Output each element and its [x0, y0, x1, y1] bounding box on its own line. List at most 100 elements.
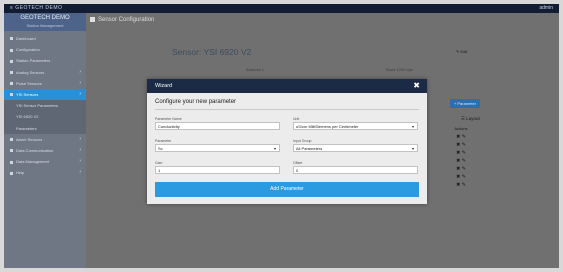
offset-input[interactable]: 0: [293, 166, 418, 174]
sidebar-item-label: YSI Sensor Parameters: [16, 103, 59, 109]
parameter-name-field: Parameter Name Conductivity: [155, 117, 280, 130]
chevron-down-icon: ▾: [411, 124, 414, 129]
unit-select[interactable]: uS/cm MilliSiemens per Centimeter ▾: [293, 122, 418, 130]
home-icon[interactable]: [90, 17, 95, 22]
sidebar-item-label: Analog Sensors: [16, 69, 45, 75]
sidebar-item-station-parameters[interactable]: Station Parameters: [4, 55, 86, 66]
sidebar-item-help[interactable]: Help ›: [4, 167, 86, 178]
sidebar-item-analog-sensors[interactable]: Analog Sensors ›: [4, 67, 86, 78]
wizard-header: Wizard ✖: [147, 79, 427, 93]
parameter-name-input[interactable]: Conductivity: [155, 122, 280, 130]
table-row-actions[interactable]: ✖ ✎: [446, 141, 476, 149]
sidebar-item-label: YSI 6920 V2: [16, 114, 39, 120]
actions-column: Actions ✖ ✎ ✖ ✎ ✖ ✎ ✖ ✎ ✖ ✎ ✖ ✎ ✖ ✎: [446, 124, 476, 189]
signal-icon: [10, 149, 13, 153]
sidebar-item-data-management[interactable]: Data Management ›: [4, 156, 86, 167]
breadcrumb-label: Sensor Configuration: [98, 17, 155, 24]
chevron-right-icon: ›: [79, 79, 81, 86]
alarm-icon: [10, 138, 13, 142]
actions-header: Actions: [454, 126, 468, 131]
sensor-address: Address 1: [246, 67, 265, 72]
edit-button[interactable]: ✎ Edit: [456, 49, 467, 54]
help-icon: [10, 171, 13, 175]
station-icon: [10, 59, 13, 63]
chevron-right-icon: ›: [79, 169, 81, 176]
sidebar-item-label: Parameters: [16, 125, 37, 131]
wizard-body: Configure your new parameter: [155, 99, 419, 114]
wizard-title: Wizard: [155, 83, 173, 89]
wizard-heading: Configure your new parameter: [155, 99, 237, 105]
sidebar-item-label: Alarm Sensors: [16, 136, 43, 142]
database-icon: [10, 160, 13, 164]
layout-toggle[interactable]: ☰ Layout: [461, 116, 480, 122]
sidebar-item-data-communication[interactable]: Data Communication ›: [4, 145, 86, 156]
top-bar: ≡ GEOTECH DEMO admin: [4, 4, 559, 13]
gain-input[interactable]: 1: [155, 166, 280, 174]
brand-subtitle: Station Management: [26, 23, 64, 28]
add-parameter-submit-button[interactable]: Add Parameter: [155, 182, 419, 197]
sidebar: GEOTECH DEMO Station Management Dashboar…: [4, 13, 86, 268]
sidebar-item-alarm-sensors[interactable]: Alarm Sensors ›: [4, 134, 86, 145]
wizard-dialog: Wizard ✖ Configure your new parameter Pa…: [147, 79, 427, 204]
offset-field: Offset 0: [293, 161, 418, 174]
sidebar-subitem-ysi-parameters[interactable]: YSI Sensor Parameters: [4, 100, 86, 112]
sidebar-subitem-ysi-6920[interactable]: YSI 6920 V2: [4, 111, 86, 123]
dashboard-icon: [10, 37, 13, 41]
field-value: Conductivity: [158, 124, 180, 129]
brand-title: GEOTECH DEMO: [20, 15, 70, 21]
input-group-field: Input Group All Parameters ▾: [293, 139, 418, 152]
sidebar-subitem-parameters[interactable]: Parameters: [4, 122, 86, 134]
breadcrumb: Sensor Configuration: [90, 17, 154, 23]
field-value: Sc: [158, 146, 163, 151]
chevron-down-icon: ▾: [273, 146, 276, 151]
sensor-icon: [10, 93, 13, 97]
close-icon[interactable]: ✖: [413, 79, 420, 93]
table-row-actions[interactable]: ✖ ✎: [446, 165, 476, 173]
sensor-icon: [10, 71, 13, 74]
sidebar-item-pulse-sensors[interactable]: Pulse Sensors ›: [4, 78, 86, 89]
sidebar-item-configuration[interactable]: Configuration: [4, 44, 86, 55]
field-value: 0: [296, 168, 299, 173]
gain-field: Gain 1: [155, 161, 280, 174]
top-logo: ≡ GEOTECH DEMO: [10, 5, 63, 11]
sensor-baud: Baud 1200 bps: [386, 67, 413, 72]
table-row-actions[interactable]: ✖ ✎: [446, 157, 476, 165]
sensor-prefix: Sensor:: [172, 47, 202, 57]
user-menu[interactable]: admin: [539, 4, 553, 13]
chevron-down-icon: ›: [79, 90, 81, 97]
sidebar-item-label: Help: [16, 170, 25, 176]
field-value: 1: [158, 168, 161, 173]
chevron-right-icon: ›: [79, 158, 81, 165]
table-row-actions[interactable]: ✖ ✎: [446, 149, 476, 157]
divider: [155, 109, 419, 110]
unit-field: Unit uS/cm MilliSiemens per Centimeter ▾: [293, 117, 418, 130]
sidebar-item-dashboard[interactable]: Dashboard: [4, 33, 86, 44]
sidebar-item-label: Data Management: [16, 159, 49, 165]
parameter-select[interactable]: Sc ▾: [155, 144, 280, 152]
input-group-select[interactable]: All Parameters ▾: [293, 144, 418, 152]
sidebar-item-label: Pulse Sensors: [16, 80, 42, 86]
field-value: All Parameters: [296, 146, 323, 151]
gear-icon: [10, 48, 13, 52]
field-value: uS/cm MilliSiemens per Centimeter: [296, 124, 359, 129]
sidebar-item-label: Configuration: [16, 47, 40, 53]
sidebar-item-label: Dashboard: [16, 36, 36, 41]
page-title: Sensor: YSI 6920 V2: [172, 47, 251, 57]
sensor-name: YSI 6920 V2: [203, 47, 252, 57]
table-row-actions[interactable]: ✖ ✎: [446, 133, 476, 141]
pulse-icon: [10, 82, 13, 86]
sidebar-item-ysi-sensors[interactable]: YSI Sensors ›: [4, 88, 86, 101]
table-row-actions[interactable]: ✖ ✎: [446, 181, 476, 189]
chevron-right-icon: ›: [79, 135, 81, 142]
add-parameter-button[interactable]: + Parameter: [450, 99, 480, 108]
chevron-right-icon: ›: [79, 68, 81, 75]
sidebar-item-label: YSI Sensors: [16, 91, 39, 97]
table-row-actions[interactable]: ✖ ✎: [446, 173, 476, 181]
sidebar-item-label: Data Communication: [16, 147, 54, 153]
sidebar-nav: Dashboard Configuration Station Paramete…: [4, 33, 86, 178]
chevron-down-icon: ▾: [411, 146, 414, 151]
brand: GEOTECH DEMO Station Management: [4, 13, 86, 31]
parameter-field: Parameter Sc ▾: [155, 139, 280, 152]
chevron-right-icon: ›: [79, 146, 81, 153]
sidebar-item-label: Station Parameters: [16, 58, 51, 64]
